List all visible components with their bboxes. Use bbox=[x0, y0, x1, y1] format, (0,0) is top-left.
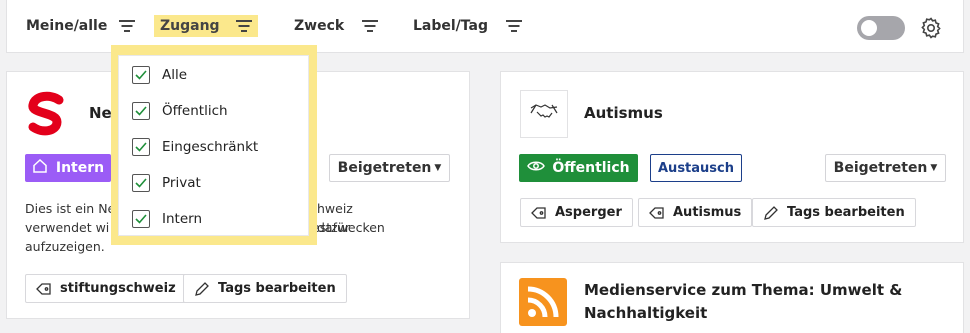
eye-icon bbox=[527, 160, 546, 176]
access-option-public[interactable]: Öffentlich bbox=[132, 100, 228, 122]
access-option-restricted[interactable]: Eingeschränkt bbox=[132, 136, 258, 158]
gear-icon[interactable] bbox=[919, 16, 943, 40]
card-title-left[interactable]: Ne bbox=[89, 104, 112, 122]
joined-label: Beigetreten bbox=[337, 160, 432, 176]
option-label: Alle bbox=[162, 67, 188, 83]
filter-access[interactable]: Zugang bbox=[154, 15, 258, 37]
stiftungschweiz-logo bbox=[21, 90, 71, 140]
option-label: Öffentlich bbox=[162, 103, 228, 119]
filter-access-label: Zugang bbox=[160, 18, 220, 34]
option-label: Eingeschränkt bbox=[162, 139, 259, 155]
tag-label: Autismus bbox=[673, 205, 742, 220]
joined-label: Beigetreten bbox=[833, 160, 928, 176]
handshake-icon bbox=[530, 102, 558, 126]
filter-mine-all-label: Meine/alle bbox=[26, 18, 108, 34]
filter-mine-all[interactable]: Meine/alle bbox=[26, 15, 136, 37]
edit-tags-label: Tags bearbeiten bbox=[787, 205, 905, 220]
caret-down-icon: ▼ bbox=[434, 163, 442, 173]
tag-icon bbox=[36, 282, 52, 296]
tag-label: stiftungschweiz bbox=[60, 281, 176, 296]
filter-purpose-label: Zweck bbox=[294, 18, 345, 34]
tag-label: Asperger bbox=[555, 205, 622, 220]
access-badge-label: Öffentlich bbox=[552, 160, 630, 176]
purpose-badge-label: Austausch bbox=[658, 160, 734, 176]
group-icon-box bbox=[520, 90, 568, 138]
checkbox[interactable] bbox=[132, 174, 150, 192]
pencil-icon bbox=[194, 281, 210, 297]
filter-icon[interactable] bbox=[235, 20, 252, 32]
filter-label-tag-label: Label/Tag bbox=[413, 18, 489, 34]
caret-down-icon: ▼ bbox=[930, 163, 938, 173]
checkbox[interactable] bbox=[132, 210, 150, 228]
house-icon bbox=[32, 158, 48, 178]
tag-chip[interactable]: Asperger bbox=[520, 198, 633, 227]
tag-chip[interactable]: Autismus bbox=[638, 198, 753, 227]
joined-button[interactable]: Beigetreten ▼ bbox=[329, 154, 450, 182]
access-option-private[interactable]: Privat bbox=[132, 172, 201, 194]
view-toggle[interactable] bbox=[857, 16, 905, 40]
tag-icon bbox=[531, 206, 547, 220]
edit-tags-button[interactable]: Tags bearbeiten bbox=[183, 274, 347, 303]
card-title[interactable]: Autismus bbox=[584, 104, 663, 122]
edit-tags-button[interactable]: Tags bearbeiten bbox=[752, 198, 916, 227]
filter-icon[interactable] bbox=[362, 20, 379, 32]
tag-chip[interactable]: stiftungschweiz bbox=[25, 274, 187, 303]
desc-line1-left: Dies ist ein Ne bbox=[25, 201, 116, 216]
access-badge-label: Intern bbox=[55, 160, 105, 176]
pencil-icon bbox=[763, 205, 779, 221]
purpose-badge-exchange[interactable]: Austausch bbox=[650, 154, 742, 182]
card-title-line2[interactable]: Nachhaltigkeit bbox=[584, 304, 707, 322]
toggle-knob bbox=[861, 20, 877, 36]
rss-icon bbox=[519, 278, 567, 326]
filter-label-tag[interactable]: Label/Tag bbox=[413, 15, 523, 37]
checkbox[interactable] bbox=[132, 102, 150, 120]
access-badge-intern[interactable]: Intern bbox=[25, 154, 111, 182]
checkbox[interactable] bbox=[132, 138, 150, 156]
filter-purpose[interactable]: Zweck bbox=[294, 15, 379, 37]
checkbox[interactable] bbox=[132, 66, 150, 84]
filter-icon[interactable] bbox=[506, 20, 523, 32]
access-badge-public[interactable]: Öffentlich bbox=[519, 154, 638, 182]
desc-line2-left: verwendet wi bbox=[25, 220, 110, 235]
option-label: Intern bbox=[162, 211, 203, 227]
filter-icon[interactable] bbox=[119, 20, 136, 32]
option-label: Privat bbox=[162, 175, 201, 191]
access-option-intern[interactable]: Intern bbox=[132, 208, 202, 230]
access-dropdown: Alle Öffentlich Eingeschränkt Privat Int… bbox=[118, 55, 309, 236]
desc-line2-right: estzwecken bbox=[312, 220, 385, 235]
card-title-line1[interactable]: Medienservice zum Thema: Umwelt & bbox=[584, 281, 902, 299]
tag-icon bbox=[649, 206, 665, 220]
edit-tags-label: Tags bearbeiten bbox=[218, 281, 336, 296]
access-option-all[interactable]: Alle bbox=[132, 64, 187, 86]
joined-button[interactable]: Beigetreten ▼ bbox=[825, 154, 946, 182]
